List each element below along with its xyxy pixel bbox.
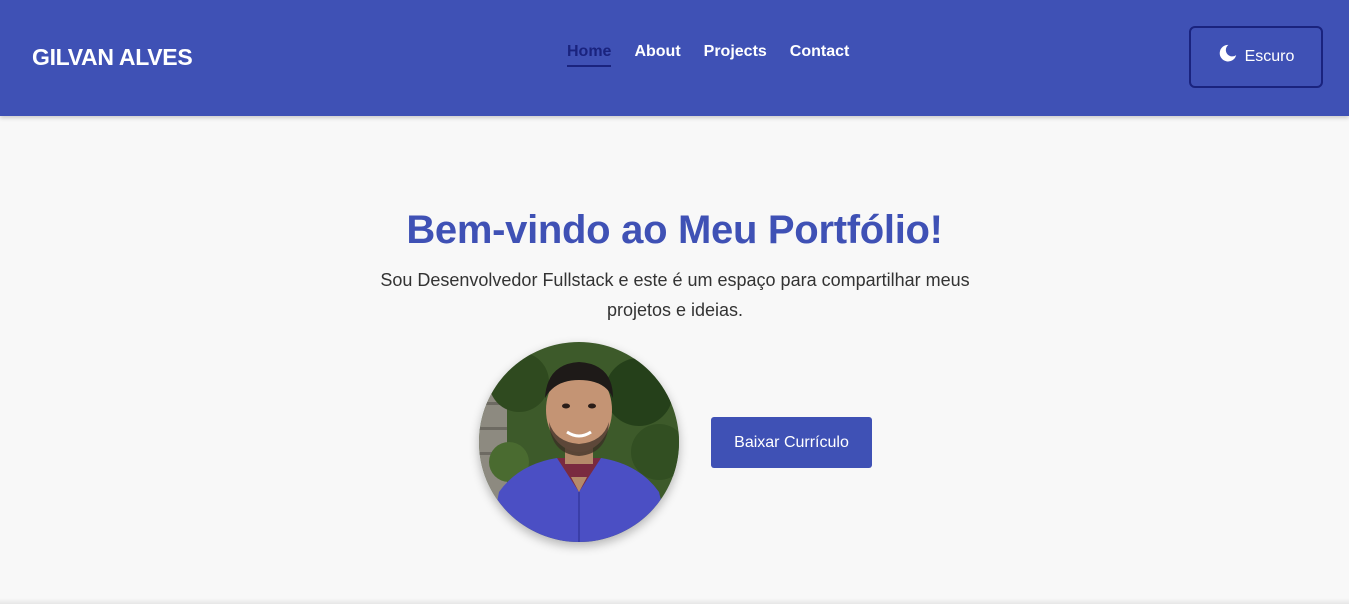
- nav-link-contact[interactable]: Contact: [790, 42, 850, 67]
- hero-title: Bem-vindo ao Meu Portfólio!: [406, 208, 943, 252]
- theme-toggle-label: Escuro: [1244, 48, 1295, 65]
- theme-toggle-button[interactable]: Escuro: [1189, 26, 1323, 88]
- download-cv-button[interactable]: Baixar Currículo: [711, 417, 872, 468]
- main-nav: Home About Projects Contact: [567, 42, 849, 67]
- nav-link-home[interactable]: Home: [567, 42, 612, 67]
- moon-icon: [1218, 43, 1238, 63]
- avatar: [479, 342, 679, 542]
- hero-subtitle: Sou Desenvolvedor Fullstack e este é um …: [380, 270, 970, 320]
- nav-link-projects[interactable]: Projects: [704, 42, 767, 67]
- top-navbar: GILVAN ALVES Home About Projects Contact…: [0, 0, 1349, 116]
- brand-logo[interactable]: GILVAN ALVES: [32, 42, 193, 72]
- nav-link-about[interactable]: About: [634, 42, 680, 67]
- section-divider: [0, 598, 1349, 604]
